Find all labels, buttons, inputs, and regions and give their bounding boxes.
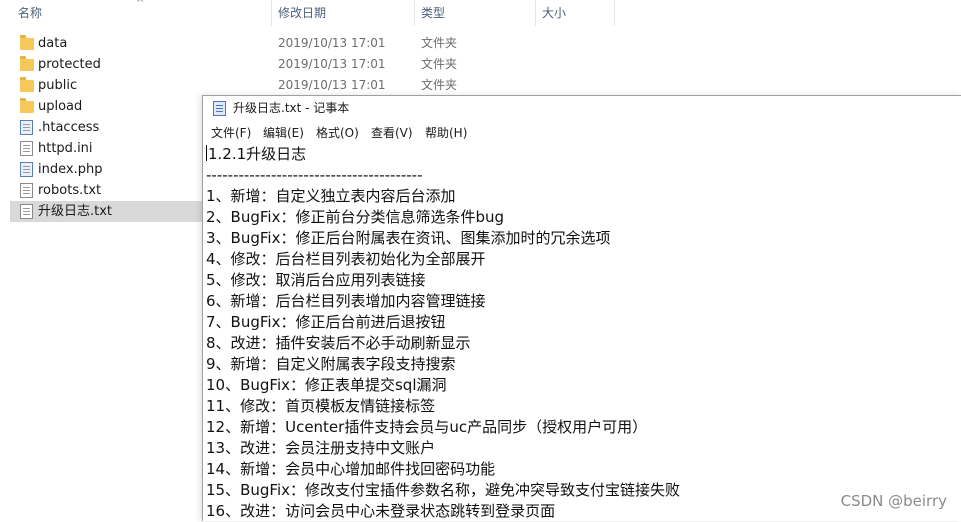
column-divider[interactable] [271, 0, 272, 26]
menu-edit[interactable]: 编辑(E) [263, 122, 304, 144]
file-name: httpd.ini [38, 141, 93, 156]
notepad-title-bar[interactable]: 升级日志.txt - 记事本 [203, 96, 961, 122]
text-line: 14、新增：会员中心增加邮件找回密码功能 [206, 460, 496, 478]
folder-icon [20, 77, 34, 92]
text-line: 1.2.1升级日志 [206, 145, 307, 163]
file-date: 2019/10/13 17:01 [278, 57, 386, 71]
text-line: 13、改进：会员注册支持中文账户 [206, 439, 436, 457]
text-line: 9、新增：自定义附属表字段支持搜索 [206, 355, 456, 373]
text-line: 1、新增：自定义独立表内容后台添加 [206, 187, 456, 205]
folder-icon [20, 35, 34, 50]
text-line: 5、修改：取消后台应用列表链接 [206, 271, 426, 289]
folder-icon [20, 98, 34, 113]
column-divider[interactable] [614, 0, 615, 26]
text-line: ---------------------------------------- [206, 166, 423, 184]
file-list-header: 名称 ^ 修改日期 类型 大小 [0, 0, 961, 26]
text-line: 11、修改：首页模板友情链接标签 [206, 397, 436, 415]
file-icon [20, 120, 33, 135]
text-line: 2、BugFix：修正前台分类信息筛选条件bug [206, 208, 504, 226]
file-name: upload [38, 99, 83, 114]
text-line: 6、新增：后台栏目列表增加内容管理链接 [206, 292, 486, 310]
menu-view[interactable]: 查看(V) [371, 122, 413, 144]
folder-icon [20, 56, 34, 71]
text-line: 8、改进：插件安装后不必手动刷新显示 [206, 334, 471, 352]
file-icon [20, 141, 33, 156]
file-name: public [38, 78, 78, 93]
sort-ascending-icon: ^ [136, 0, 145, 9]
menu-help[interactable]: 帮助(H) [425, 122, 467, 144]
file-name: data [38, 36, 68, 51]
column-divider[interactable] [414, 0, 415, 26]
column-header-date[interactable]: 修改日期 [274, 0, 414, 26]
file-name: .htaccess [38, 120, 100, 135]
file-date: 2019/10/13 17:01 [278, 36, 386, 50]
file-name: 升级日志.txt [38, 204, 113, 219]
file-type: 文件夹 [421, 36, 458, 50]
watermark: CSDN @beirry [840, 492, 947, 510]
file-row-data[interactable]: data 2019/10/13 17:01 文件夹 [0, 33, 961, 54]
menu-bar: 文件(F) 编辑(E) 格式(O) 查看(V) 帮助(H) [203, 122, 961, 144]
text-caret [206, 145, 207, 161]
text-file-icon [20, 204, 33, 219]
text-file-icon [20, 183, 33, 198]
text-line: 4、修改：后台栏目列表初始化为全部展开 [206, 250, 486, 268]
column-header-type[interactable]: 类型 [417, 0, 535, 26]
text-line: 10、BugFix：修正表单提交sql漏洞 [206, 376, 447, 394]
file-row-upgrade-log[interactable]: 升级日志.txt [10, 201, 220, 222]
file-row-public[interactable]: public 2019/10/13 17:01 文件夹 [0, 75, 961, 96]
window-title: 升级日志.txt - 记事本 [233, 101, 350, 115]
file-name: robots.txt [38, 183, 102, 198]
text-line: 7、BugFix：修正后台前进后退按钮 [206, 313, 446, 331]
file-type: 文件夹 [421, 78, 458, 92]
file-type: 文件夹 [421, 57, 458, 71]
column-header-size[interactable]: 大小 [538, 0, 614, 26]
php-file-icon [20, 162, 33, 177]
text-editor-area[interactable]: 1.2.1升级日志 ------------------------------… [206, 144, 956, 522]
menu-format[interactable]: 格式(O) [316, 122, 359, 144]
menu-file[interactable]: 文件(F) [211, 122, 251, 144]
file-name: protected [38, 57, 101, 72]
notepad-window: 升级日志.txt - 记事本 文件(F) 编辑(E) 格式(O) 查看(V) 帮… [202, 95, 961, 521]
text-line: 3、BugFix：修正后台附属表在资讯、图集添加时的冗余选项 [206, 229, 611, 247]
notepad-icon [213, 101, 226, 116]
text-line: 12、新增：Ucenter插件支持会员与uc产品同步（授权用户可用） [206, 418, 648, 436]
file-date: 2019/10/13 17:01 [278, 78, 386, 92]
file-name: index.php [38, 162, 103, 177]
column-divider[interactable] [535, 0, 536, 26]
file-row-protected[interactable]: protected 2019/10/13 17:01 文件夹 [0, 54, 961, 75]
